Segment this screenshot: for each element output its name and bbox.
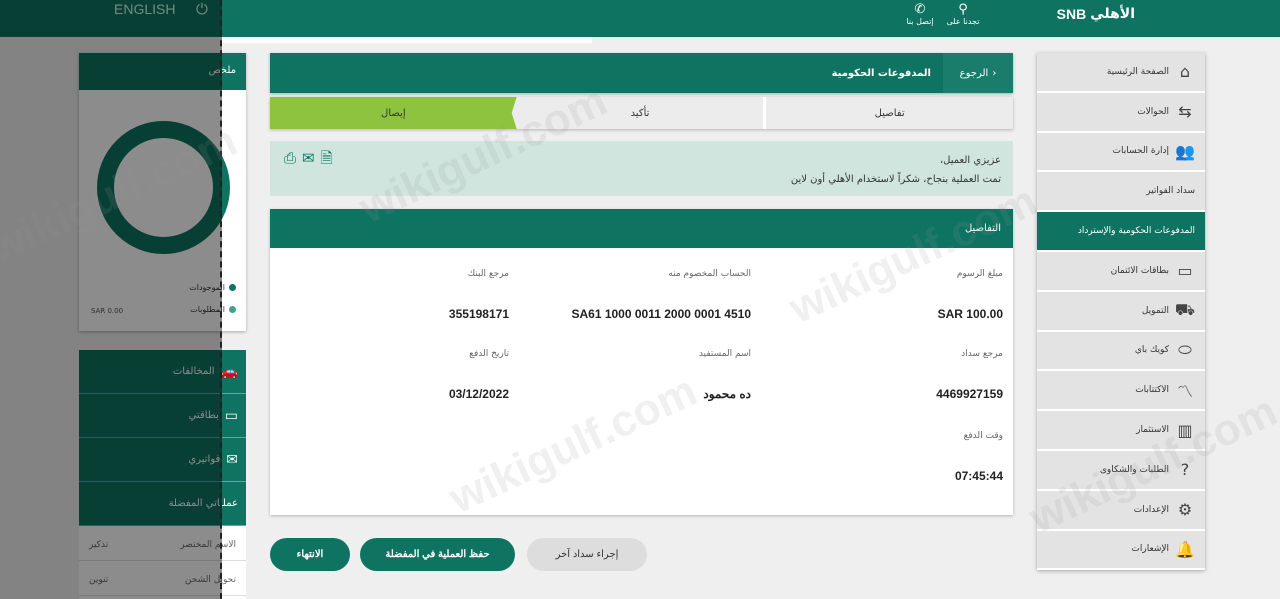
field-value: SA61 1000 0011 2000 0001 4510: [571, 307, 751, 321]
detail-field: مرجع البنك 355198171: [449, 269, 509, 321]
field-label: الحساب المخصوم منه: [668, 269, 751, 279]
field-value: 07:45:44: [954, 469, 1003, 483]
sidebar-icon: ⛟: [1174, 300, 1195, 320]
divider: [222, 37, 592, 43]
detail-field: مبلغ الرسوم SAR 100.00: [938, 269, 1003, 321]
sidebar-item-label: الإشعارات: [1131, 544, 1169, 555]
sidebar-icon: ?: [1180, 460, 1190, 480]
field-label: مرجع سداد: [961, 349, 1003, 359]
sidebar-item-label: بطاقات الائتمان: [1110, 265, 1169, 276]
sidebar-icon: ▥: [1177, 420, 1193, 440]
field-value: SAR 100.00: [937, 307, 1003, 321]
back-button[interactable]: ‹ الرجوع: [943, 53, 1013, 93]
sidebar-item[interactable]: ⇆ الحوالات: [1037, 93, 1205, 133]
sidebar-icon: ▭: [1177, 261, 1193, 281]
contact-label: إتصل بنا: [906, 17, 934, 26]
sidebar-item[interactable]: ▥ الاستثمار: [1037, 411, 1205, 451]
success-message: عزيزي العميل، تمت العملية بنجاح، شكراً ل…: [270, 141, 1013, 196]
sidebar-item-label: المدفوعات الحكومية والإسترداد: [1077, 226, 1195, 237]
sidebar-item-label: إدارة الحسابات: [1112, 146, 1169, 157]
step-details: تفاصيل: [874, 107, 905, 119]
detail-field: وقت الدفع 07:45:44: [955, 431, 1003, 483]
sidebar-item-label: الاكتتابات: [1135, 385, 1169, 396]
sidebar-item-label: الحوالات: [1137, 106, 1169, 117]
step-confirm: تأكيد: [517, 97, 767, 129]
chevron-right-icon: ‹: [992, 67, 997, 79]
sidebar-item[interactable]: 🔔 الإشعارات: [1037, 531, 1205, 571]
sidebar-item[interactable]: ⌂ الصفحة الرئيسية: [1037, 53, 1205, 93]
sidebar-item[interactable]: ⛟ التمويل: [1037, 292, 1205, 332]
sidebar-item[interactable]: ? الطلبات والشكاوى: [1037, 451, 1205, 491]
sidebar-item[interactable]: 👥 إدارة الحسابات: [1037, 133, 1205, 173]
sidebar-item[interactable]: 〽 الاكتتابات: [1037, 371, 1205, 412]
greeting: عزيزي العميل،: [939, 155, 1001, 166]
contact-button[interactable]: ✆ إتصل بنا: [900, 2, 940, 26]
sidebar-item-label: الصفحة الرئيسية: [1106, 66, 1169, 77]
sidebar-icon: ⬭: [1178, 340, 1192, 360]
field-value: 355198171: [448, 307, 509, 321]
details-title: التفاصيل: [270, 209, 1013, 248]
sidebar-item-label: الاستثمار: [1136, 425, 1169, 436]
quick-icon: 🚗: [220, 363, 238, 380]
field-value: 03/12/2022: [448, 387, 509, 401]
detail-field: مرجع سداد 4469927159: [936, 349, 1003, 401]
sidebar-item-label: سداد الفواتير: [1146, 186, 1195, 197]
page-header: ‹ الرجوع المدفوعات الحكومية: [270, 53, 1013, 93]
sidebar-item[interactable]: ▭ بطاقات الائتمان: [1037, 252, 1205, 292]
location-pin-icon: ⚲: [958, 2, 968, 17]
snb-logo[interactable]: الأهلي SNB: [1057, 6, 1135, 22]
sidebar-item[interactable]: ⚙ الإعدادات: [1037, 491, 1205, 531]
another-payment-button[interactable]: إجراء سداد آخر: [527, 538, 647, 571]
quick-icon: ▭: [224, 407, 238, 424]
field-value: 4469927159: [936, 387, 1003, 401]
success-text: تمت العملية بنجاح، شكراً لاستخدام الأهلي…: [790, 174, 1001, 185]
snip-overlay: [0, 0, 222, 599]
finish-button[interactable]: الانتهاء: [270, 538, 350, 571]
stepper: تفاصيل تأكيد إيصال: [269, 97, 1013, 129]
field-value: ده محمود: [703, 387, 751, 401]
sidebar-item-label: التمويل: [1141, 305, 1169, 316]
step-receipt: إيصال: [269, 97, 517, 129]
field-label: وقت الدفع: [963, 431, 1003, 441]
find-us-button[interactable]: ⚲ تجدنا على: [943, 2, 983, 26]
sidebar-icon: 〽: [1176, 382, 1193, 402]
email-icon[interactable]: ✉: [302, 149, 315, 168]
sidebar: ⌂ الصفحة الرئيسية ⇆ الحوالات 👥 إدارة الحسابات…: [1037, 53, 1205, 571]
sidebar-icon: 🔔: [1175, 539, 1195, 559]
sidebar-item-label: الطلبات والشكاوى: [1099, 464, 1169, 475]
field-label: تاريخ الدفع: [469, 349, 509, 359]
pdf-icon[interactable]: 🗎: [321, 149, 333, 168]
sidebar-item-label: الإعدادات: [1133, 504, 1169, 515]
sidebar-item[interactable]: سداد الفواتير: [1037, 172, 1205, 213]
sidebar-icon: ⚙: [1177, 500, 1193, 520]
field-label: اسم المستفيد: [698, 349, 751, 359]
sidebar-icon: 👥: [1175, 141, 1195, 161]
print-icon[interactable]: ⎙: [284, 149, 296, 168]
sidebar-icon: ⌂: [1179, 62, 1191, 82]
sidebar-item-label: كويك باي: [1134, 345, 1169, 356]
brand-en: SNB: [1056, 6, 1087, 22]
phone-icon: ✆: [914, 2, 926, 17]
detail-field: الحساب المخصوم منه SA61 1000 0011 2000 00…: [571, 269, 751, 321]
detail-field: اسم المستفيد ده محمود: [699, 349, 751, 401]
back-label: الرجوع: [959, 67, 989, 79]
brand-ar: الأهلي: [1090, 6, 1135, 22]
page-title: المدفوعات الحكومية: [831, 67, 931, 79]
sidebar-icon: ⇆: [1178, 102, 1192, 122]
field-label: مبلغ الرسوم: [956, 269, 1003, 279]
save-favorite-button[interactable]: حفظ العملية في المفضلة: [360, 538, 515, 571]
sidebar-item[interactable]: المدفوعات الحكومية والإسترداد: [1037, 212, 1205, 252]
detail-field: تاريخ الدفع 03/12/2022: [449, 349, 509, 401]
sidebar-item[interactable]: ⬭ كويك باي: [1037, 332, 1205, 372]
field-label: مرجع البنك: [467, 269, 509, 279]
find-us-label: تجدنا على: [946, 17, 980, 26]
quick-icon: ✉: [226, 451, 238, 468]
details-card: التفاصيل مبلغ الرسوم SAR 100.00 الحساب الم…: [270, 209, 1013, 515]
